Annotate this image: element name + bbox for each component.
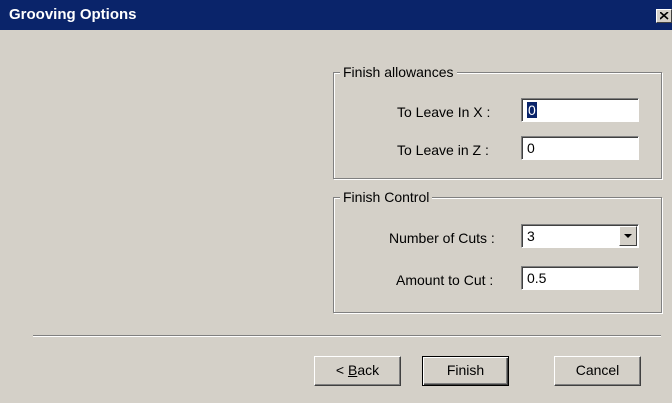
amount-to-cut-label: Amount to Cut : (396, 272, 494, 288)
to-leave-z-value: 0 (527, 140, 535, 156)
number-of-cuts-select[interactable]: 3 (521, 224, 639, 248)
close-icon (660, 12, 669, 20)
back-button-rest: ack (357, 362, 380, 378)
title-bar: Grooving Options (0, 0, 672, 30)
back-button[interactable]: < Back (314, 356, 401, 386)
cancel-button[interactable]: Cancel (554, 356, 641, 386)
to-leave-x-input[interactable]: 0 (521, 98, 639, 122)
number-of-cuts-dropdown-button[interactable] (619, 226, 637, 246)
amount-to-cut-value: 0.5 (527, 270, 547, 286)
to-leave-x-value: 0 (527, 102, 537, 118)
amount-to-cut-input[interactable]: 0.5 (521, 266, 639, 290)
close-button[interactable] (656, 9, 672, 23)
number-of-cuts-value: 3 (527, 228, 535, 244)
to-leave-z-label: To Leave in Z : (397, 142, 489, 158)
finish-control-group: Finish Control (333, 189, 662, 313)
chevron-down-icon (624, 234, 632, 238)
finish-button-label: Finish (446, 362, 485, 378)
separator (33, 335, 661, 337)
finish-button[interactable]: Finish (422, 356, 509, 386)
finish-allowances-group: Finish allowances (333, 64, 662, 179)
window-title: Grooving Options (9, 6, 137, 23)
cancel-button-label: Cancel (575, 362, 620, 378)
to-leave-x-label: To Leave In X : (397, 104, 491, 120)
to-leave-z-input[interactable]: 0 (521, 136, 639, 160)
number-of-cuts-label: Number of Cuts : (389, 230, 495, 246)
finish-allowances-legend: Finish allowances (340, 64, 457, 80)
back-button-accel: B (347, 362, 358, 378)
finish-control-legend: Finish Control (340, 189, 433, 205)
back-button-prefix: < (335, 362, 348, 378)
